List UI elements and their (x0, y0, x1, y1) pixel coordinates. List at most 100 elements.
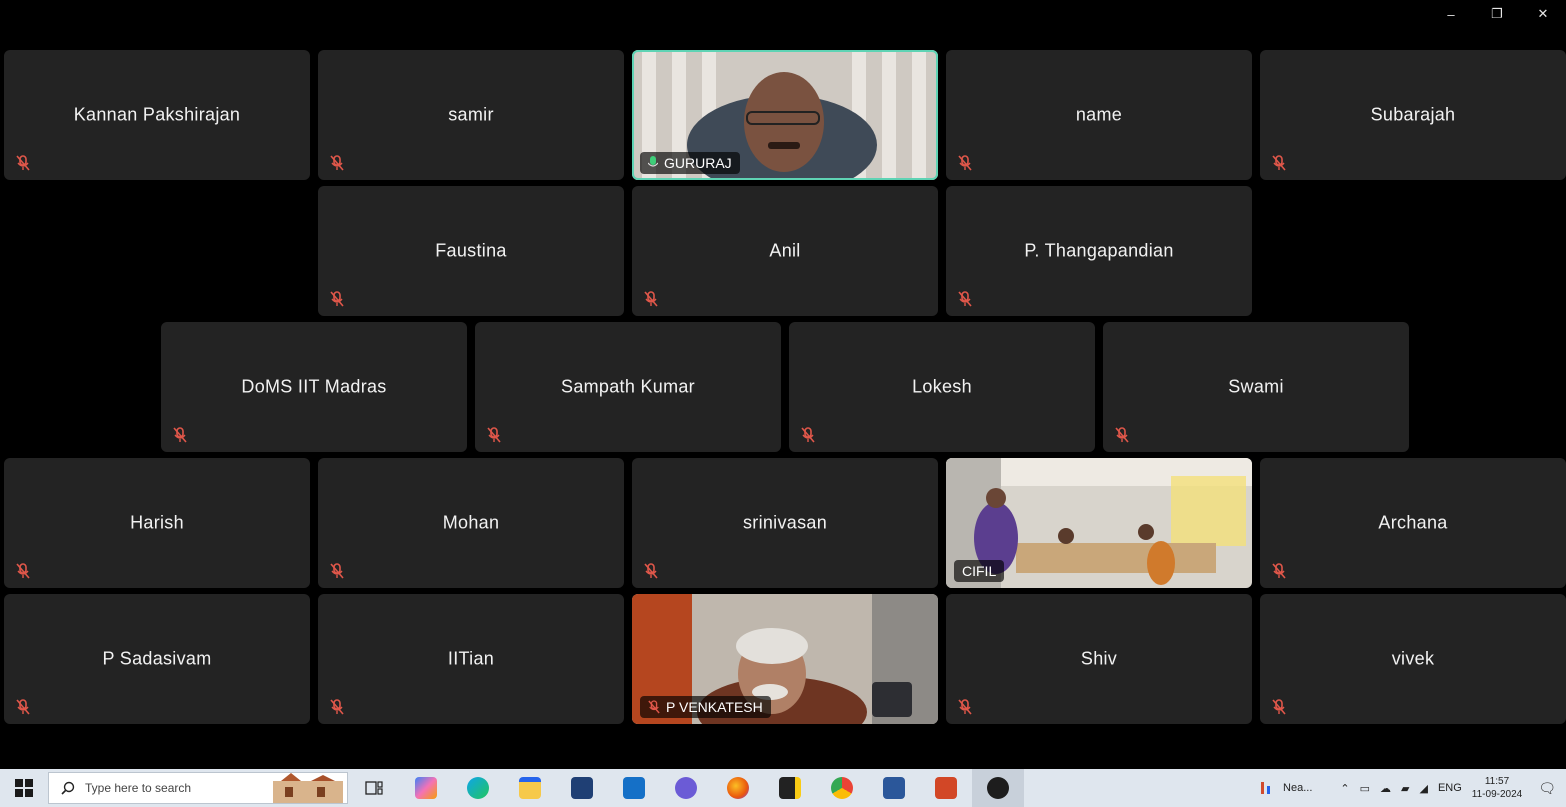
muted-mic-icon (644, 291, 658, 307)
muted-mic-icon (173, 427, 187, 443)
participant-tile[interactable]: Archana (1260, 458, 1566, 588)
muted-mic-icon (1272, 563, 1286, 579)
restore-button[interactable]: ❐ (1474, 0, 1520, 28)
task-view-button[interactable] (348, 769, 400, 807)
participant-tile[interactable]: Harish (4, 458, 310, 588)
chrome-icon (831, 777, 853, 799)
participant-name: P VENKATESH (666, 699, 763, 715)
participant-name: Sampath Kumar (561, 376, 695, 397)
participant-tile[interactable]: DoMS IIT Madras (161, 322, 467, 452)
word-button[interactable] (868, 769, 920, 807)
participant-tile[interactable]: Swami (1103, 322, 1409, 452)
participant-name: Swami (1228, 376, 1284, 397)
participant-tile[interactable]: P. Thangapandian (946, 186, 1252, 316)
start-button[interactable] (0, 769, 48, 807)
windows-logo-icon (15, 779, 33, 797)
copilot-button[interactable] (400, 769, 452, 807)
sticky-notes-icon (779, 777, 801, 799)
search-highlight-image (273, 773, 343, 803)
participant-tile[interactable]: Kannan Pakshirajan (4, 50, 310, 180)
participant-tile[interactable]: Anil (632, 186, 938, 316)
participant-tile[interactable]: Faustina (318, 186, 624, 316)
participant-video-tile[interactable]: P VENKATESH (632, 594, 938, 724)
window-controls: – ❐ ✕ (1428, 0, 1566, 28)
participant-name: IITian (447, 648, 495, 669)
sticky-notes-button[interactable] (764, 769, 816, 807)
participant-name: P. Thangapandian (1024, 240, 1174, 261)
search-placeholder: Type here to search (85, 781, 192, 795)
participant-name: Archana (1378, 512, 1448, 533)
firefox-button[interactable] (712, 769, 764, 807)
participant-name: Shiv (1080, 648, 1118, 669)
search-icon (61, 781, 75, 795)
clock[interactable]: 11:57 11-09-2024 (1472, 775, 1522, 801)
edge-button[interactable] (452, 769, 504, 807)
system-tray: Nea... ⌃ ▭ ☁ ▰ ◢ ENG 11:57 11-09-2024 🗨 (1259, 769, 1566, 807)
participant-video-tile[interactable]: CIFIL (946, 458, 1252, 588)
copilot-icon (415, 777, 437, 799)
muted-mic-icon (958, 699, 972, 715)
participant-tile[interactable]: Subarajah (1260, 50, 1566, 180)
teams-button[interactable] (660, 769, 712, 807)
participant-name: srinivasan (742, 512, 828, 533)
participant-name: Anil (769, 240, 801, 261)
store-button[interactable] (556, 769, 608, 807)
participant-name: CIFIL (962, 563, 997, 579)
muted-mic-icon (330, 563, 344, 579)
file-explorer-icon (519, 777, 541, 799)
muted-mic-icon (1272, 699, 1286, 715)
participant-name: P Sadasivam (102, 648, 212, 669)
muted-mic-icon (16, 699, 30, 715)
firefox-icon (727, 777, 749, 799)
participant-tile[interactable]: vivek (1260, 594, 1566, 724)
participant-name: Kannan Pakshirajan (73, 104, 241, 125)
muted-mic-icon (1115, 427, 1129, 443)
muted-mic-icon (958, 291, 972, 307)
participant-tile[interactable]: P Sadasivam (4, 594, 310, 724)
muted-mic-icon (648, 700, 660, 714)
word-icon (883, 777, 905, 799)
task-view-icon (365, 781, 383, 795)
volume-icon[interactable]: ◢ (1419, 782, 1427, 795)
network-icon[interactable]: ▰ (1401, 782, 1409, 795)
file-explorer-button[interactable] (504, 769, 556, 807)
participant-name: Subarajah (1370, 104, 1456, 125)
participant-tile[interactable]: Sampath Kumar (475, 322, 781, 452)
notifications-icon[interactable]: 🗨 (1538, 780, 1556, 797)
participant-tile[interactable]: name (946, 50, 1252, 180)
chevron-up-icon[interactable]: ⌃ (1340, 782, 1349, 795)
taskbar-search[interactable]: Type here to search (48, 772, 348, 804)
mail-button[interactable] (608, 769, 660, 807)
powerpoint-button[interactable] (920, 769, 972, 807)
participant-video-tile[interactable]: GURURAJ (632, 50, 938, 180)
weather-icon (1261, 782, 1271, 794)
participant-tile[interactable]: IITian (318, 594, 624, 724)
weather-text[interactable]: Nea... (1283, 782, 1312, 794)
zoom-button[interactable] (972, 769, 1024, 807)
participant-tile[interactable]: samir (318, 50, 624, 180)
muted-mic-icon (487, 427, 501, 443)
onedrive-icon[interactable]: ☁ (1380, 782, 1391, 795)
participant-tile[interactable]: Mohan (318, 458, 624, 588)
participant-name: Mohan (442, 512, 500, 533)
muted-mic-icon (16, 155, 30, 171)
minimize-button[interactable]: – (1428, 0, 1474, 28)
clock-time: 11:57 (1484, 776, 1510, 787)
edge-icon (467, 777, 489, 799)
windows-taskbar: Type here to search Nea... ⌃ ▭ ☁ ▰ ◢ ENG… (0, 769, 1566, 807)
battery-icon[interactable]: ▭ (1360, 782, 1370, 795)
zoom-icon (987, 777, 1009, 799)
language-indicator[interactable]: ENG (1438, 782, 1462, 794)
muted-mic-icon (801, 427, 815, 443)
participant-name: GURURAJ (664, 155, 732, 171)
chrome-button[interactable] (816, 769, 868, 807)
participant-name: vivek (1391, 648, 1435, 669)
participant-tile[interactable]: Lokesh (789, 322, 1095, 452)
participant-tile[interactable]: Shiv (946, 594, 1252, 724)
close-button[interactable]: ✕ (1520, 0, 1566, 28)
participant-name: Lokesh (912, 376, 972, 397)
mic-icon (648, 156, 658, 167)
participant-tile[interactable]: srinivasan (632, 458, 938, 588)
participant-name: Faustina (435, 240, 507, 261)
teams-icon (675, 777, 697, 799)
